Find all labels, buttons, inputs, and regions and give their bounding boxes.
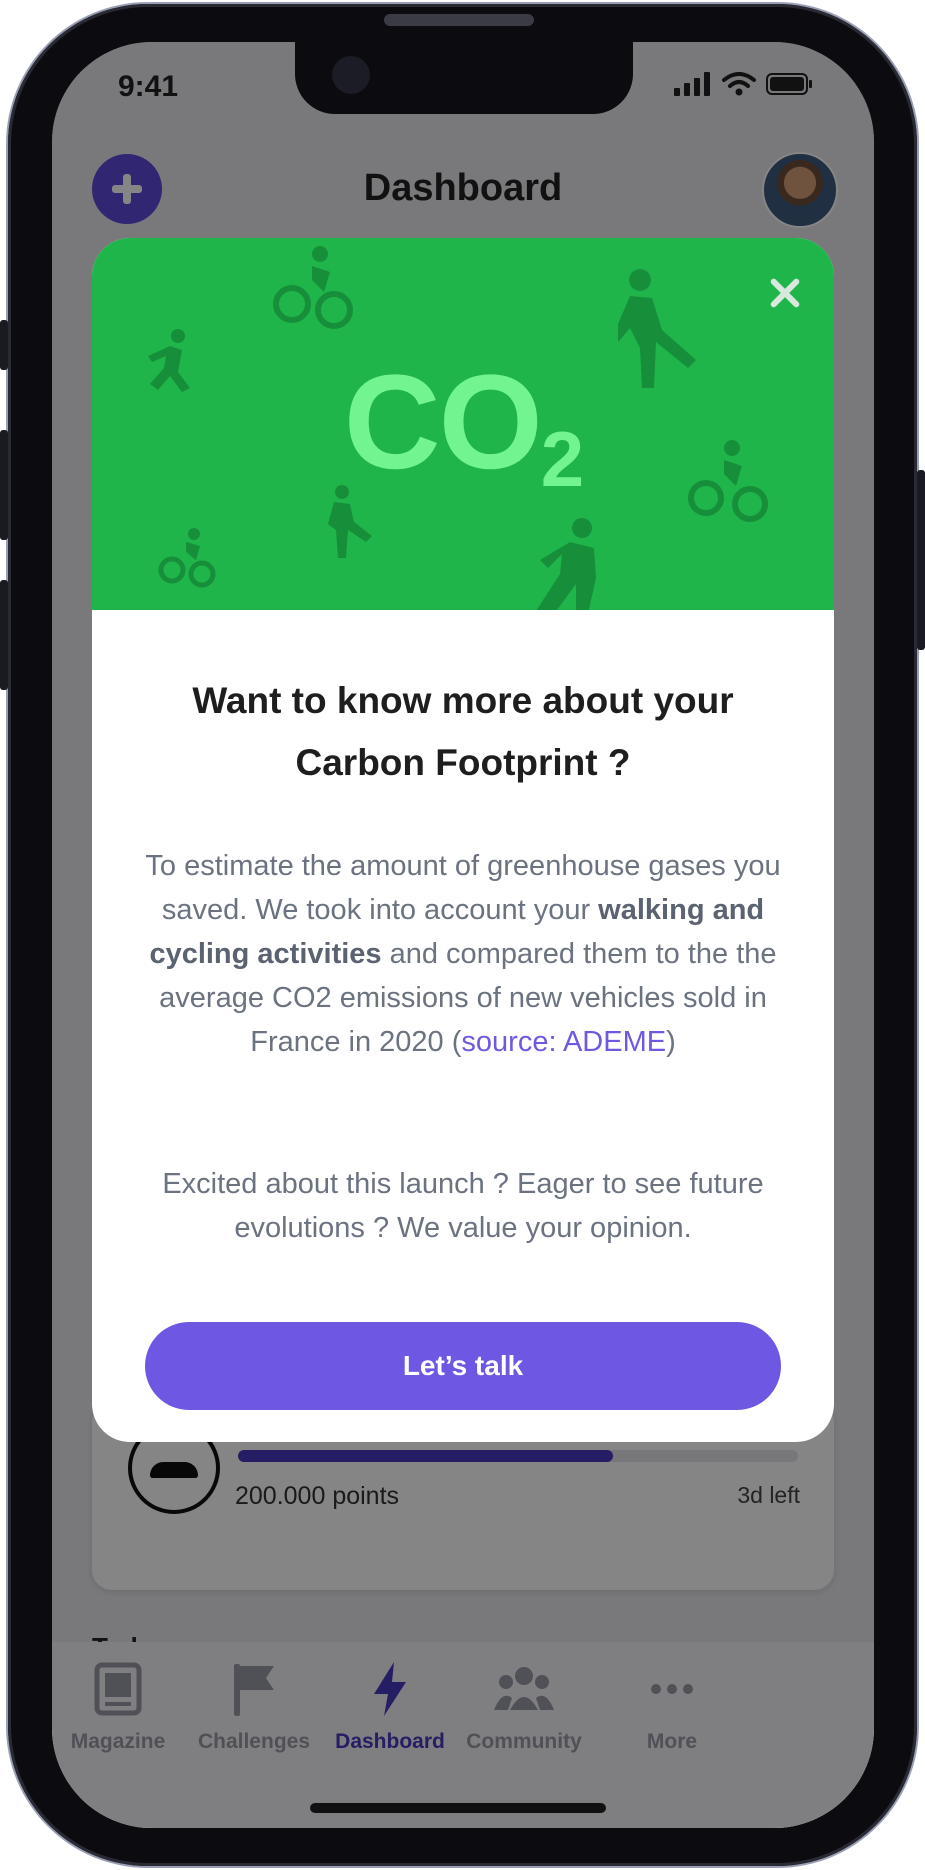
status-time: 9:41 xyxy=(118,70,179,103)
cyclist-icon xyxy=(273,246,353,329)
carbon-footprint-modal: CO2 Want to know more about your Carbon … xyxy=(92,238,834,1442)
battery-icon xyxy=(766,73,812,95)
notch xyxy=(295,42,633,114)
phone-screen: 9:41 Dashboard 200.000 points 3d left To… xyxy=(52,42,874,1828)
modal-description: To estimate the amount of greenhouse gas… xyxy=(138,844,788,1064)
wifi-icon xyxy=(722,72,756,96)
mute-switch xyxy=(0,320,8,370)
front-camera xyxy=(332,56,370,94)
description-text: ) xyxy=(666,1026,676,1058)
power-button xyxy=(917,470,925,650)
walker-icon xyxy=(536,518,596,610)
cyclist-icon xyxy=(158,528,216,588)
earpiece-speaker xyxy=(384,14,534,26)
lets-talk-button[interactable]: Let’s talk xyxy=(145,1322,781,1410)
volume-up-button xyxy=(0,430,8,540)
co2-hero-banner: CO2 xyxy=(92,238,834,610)
close-icon[interactable] xyxy=(768,276,802,310)
modal-title: Want to know more about your Carbon Foot… xyxy=(192,680,734,783)
signal-icon xyxy=(674,72,710,96)
co2-subscript: 2 xyxy=(540,415,584,503)
modal-feedback-text: Excited about this launch ? Eager to see… xyxy=(162,1168,764,1244)
volume-down-button xyxy=(0,580,8,690)
status-icons xyxy=(674,72,814,96)
co2-logo: CO2 xyxy=(92,346,834,505)
home-indicator[interactable] xyxy=(310,1803,606,1813)
co2-text: CO xyxy=(343,348,543,497)
source-link[interactable]: source: ADEME xyxy=(461,1026,666,1058)
